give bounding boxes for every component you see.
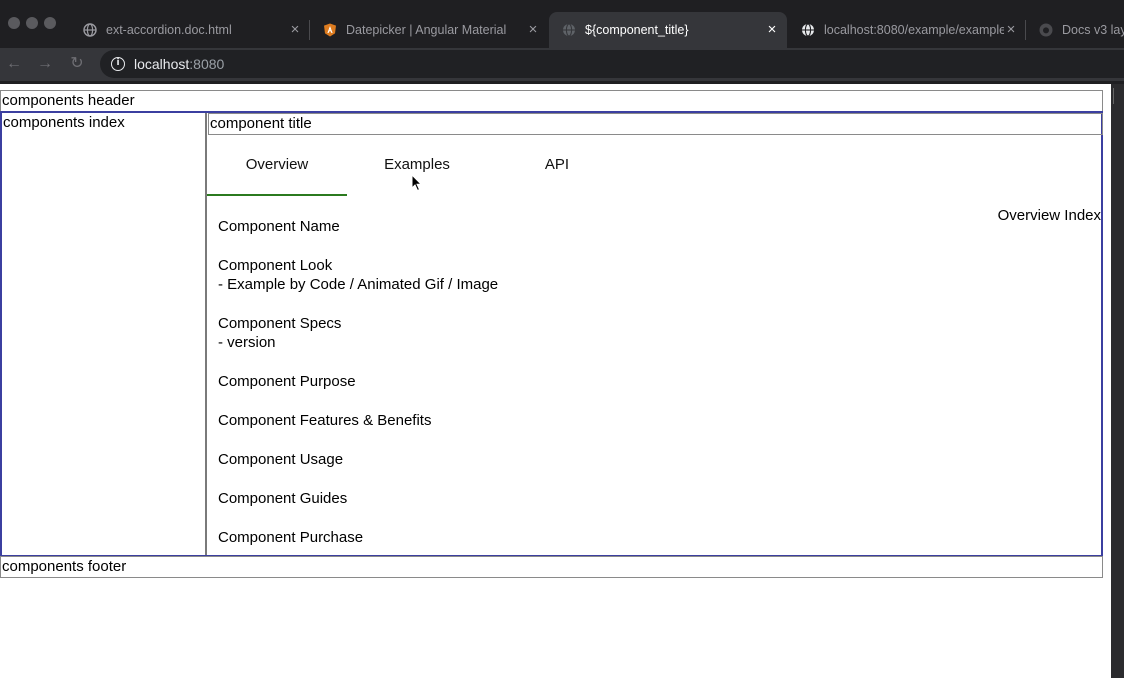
components-main: components index component title Overvie…	[0, 111, 1103, 557]
browser-tab-title: localhost:8080/example/example	[824, 23, 1004, 37]
info-icon[interactable]: i	[111, 57, 125, 71]
reload-icon[interactable]: ↻	[67, 54, 87, 74]
section-heading: Component Usage	[218, 451, 344, 468]
section-heading: Component Specs	[218, 315, 342, 332]
browser-tab-title: ext-accordion.doc.html	[106, 23, 232, 37]
components-footer: components footer	[0, 556, 1103, 578]
back-arrow-icon[interactable]: ←	[4, 54, 24, 74]
section-heading: Component Name	[218, 218, 340, 235]
section-heading: Component Purpose	[218, 373, 356, 390]
window-close-dot[interactable]	[8, 17, 20, 29]
section-subtext: - Example by Code / Animated Gif / Image	[218, 276, 499, 293]
section-heading: Component Guides	[218, 490, 348, 507]
section-heading: Component Look	[218, 257, 333, 274]
browser-tab-title: Docs v3 lay	[1062, 23, 1124, 37]
globe-icon	[562, 23, 576, 37]
panel-divider	[1113, 88, 1124, 104]
page-viewport: components header components index compo…	[0, 84, 1111, 678]
browser-tab-title: Datepicker | Angular Material	[346, 23, 507, 37]
components-header: components header	[0, 90, 1103, 112]
browser-tab-active[interactable]: ${component_title} ×	[549, 12, 787, 48]
github-icon	[1039, 23, 1053, 37]
section-subtext: - version	[218, 334, 276, 351]
tab-api[interactable]: API	[487, 135, 627, 196]
window-zoom-dot[interactable]	[44, 17, 56, 29]
globe-icon	[801, 23, 815, 37]
browser-tab[interactable]: ext-accordion.doc.html ×	[70, 12, 310, 48]
section-component-specs: Component Specs - version	[218, 314, 498, 352]
url-host: localhost	[134, 56, 190, 72]
devtools-edge	[1111, 84, 1124, 678]
section-component-purchase: Component Purchase	[218, 528, 498, 547]
section-heading: Component Purchase	[218, 529, 364, 546]
browser-tab[interactable]: Docs v3 lay	[1026, 12, 1124, 48]
overview-index: Overview Index	[997, 207, 1101, 224]
components-index: components index	[2, 113, 207, 555]
close-icon[interactable]: ×	[288, 22, 302, 37]
window-minimize-dot[interactable]	[26, 17, 38, 29]
browser-toolbar: ← → ↻ i localhost:8080	[0, 48, 1124, 81]
angular-shield-icon	[323, 23, 337, 37]
section-component-look: Component Look - Example by Code / Anima…	[218, 256, 498, 294]
section-heading: Component Features & Benefits	[218, 412, 432, 429]
forward-arrow-icon[interactable]: →	[35, 54, 55, 74]
address-bar[interactable]: i localhost:8080	[100, 50, 1124, 78]
close-icon[interactable]: ×	[765, 22, 779, 37]
browser-tab[interactable]: localhost:8080/example/example ×	[788, 12, 1026, 48]
browser-tab-bar: ext-accordion.doc.html × Datepicker | An…	[0, 0, 1124, 48]
component-title: component title	[208, 113, 1103, 135]
component-content: component title Overview Examples API Ov…	[207, 113, 1103, 555]
mouse-cursor-icon	[411, 174, 423, 192]
section-component-usage: Component Usage	[218, 450, 498, 469]
section-component-purpose: Component Purpose	[218, 372, 498, 391]
close-icon[interactable]: ×	[526, 22, 540, 37]
url-port: :8080	[189, 56, 225, 72]
overview-sections: Component Name Component Look - Example …	[218, 217, 498, 567]
section-component-guides: Component Guides	[218, 489, 498, 508]
tab-overview[interactable]: Overview	[207, 135, 347, 196]
browser-tab-title: ${component_title}	[585, 23, 689, 37]
close-icon[interactable]: ×	[1004, 22, 1018, 37]
url-text: localhost:8080	[134, 56, 224, 72]
browser-tab[interactable]: Datepicker | Angular Material ×	[310, 12, 548, 48]
section-component-name: Component Name	[218, 217, 498, 236]
globe-icon	[83, 23, 97, 37]
section-component-features: Component Features & Benefits	[218, 411, 498, 430]
